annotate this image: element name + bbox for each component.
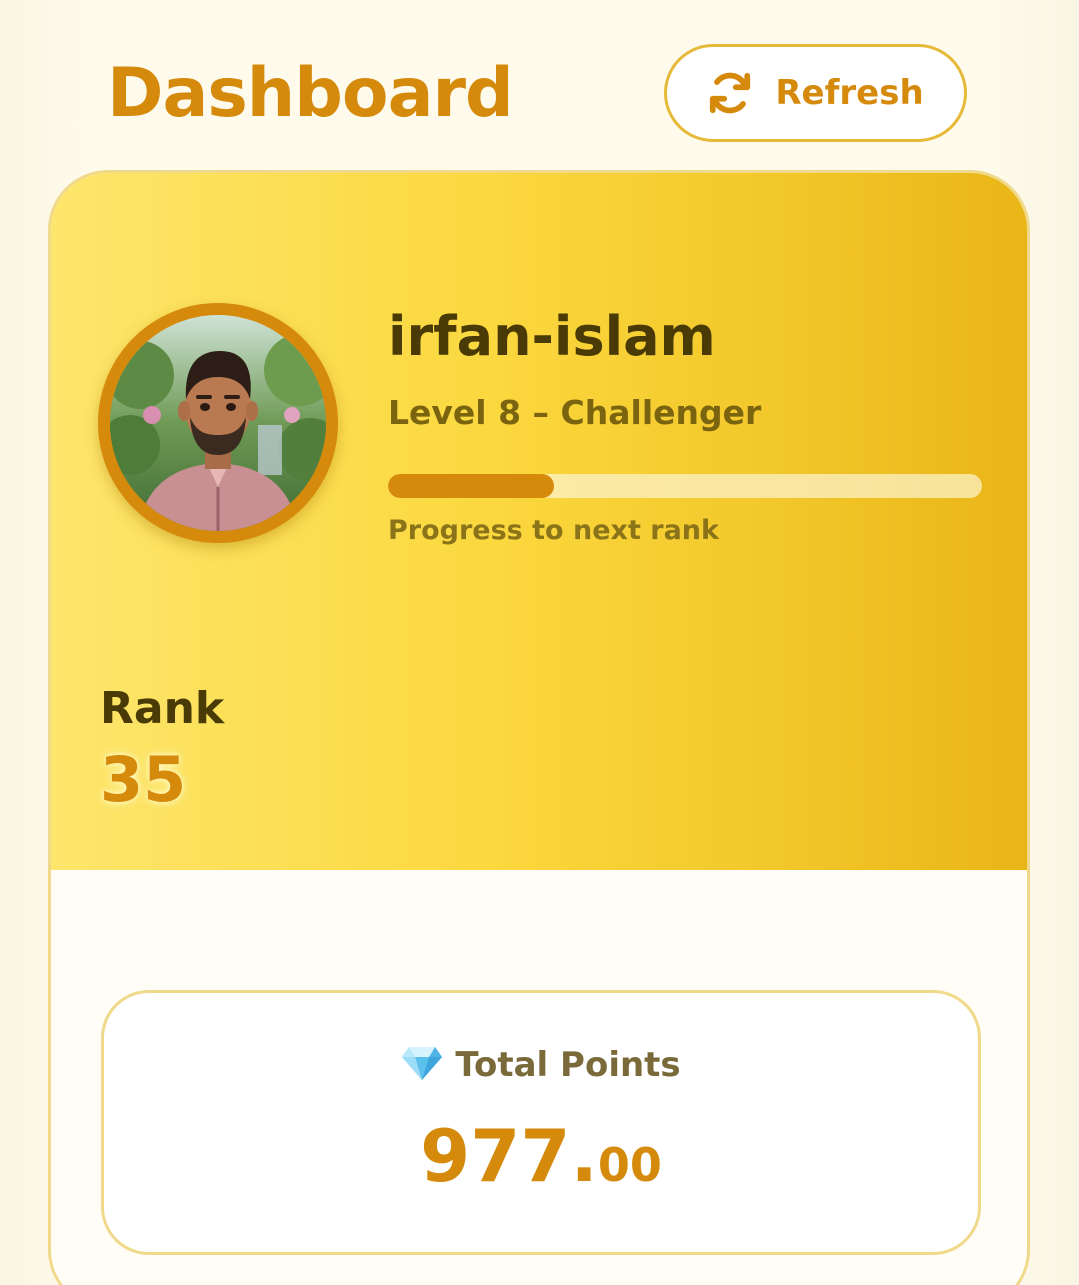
level-text: Level 8 – Challenger <box>388 393 762 432</box>
progress-caption: Progress to next rank <box>388 515 719 546</box>
total-points-value: 977.00 <box>104 1111 978 1221</box>
profile-card-body: Total Points 977.00 <box>51 870 1027 1285</box>
rank-progress-fill <box>388 474 555 498</box>
dashboard-page: Dashboard Refresh irfan-islam Level 8 – … <box>0 0 1079 1285</box>
total-points-decimal: 00 <box>597 1138 662 1192</box>
profile-card-header: irfan-islam Level 8 – Challenger Progres… <box>51 173 1027 870</box>
avatar-image <box>110 315 326 531</box>
page-title: Dashboard <box>107 54 514 133</box>
refresh-label: Refresh <box>775 73 924 113</box>
total-points-header: Total Points <box>104 1045 978 1085</box>
rank-label: Rank <box>100 683 225 734</box>
rank-value: 35 <box>100 743 187 816</box>
username: irfan-islam <box>388 305 716 368</box>
total-points-card: Total Points 977.00 <box>101 990 981 1255</box>
total-points-title: Total Points <box>455 1045 681 1085</box>
refresh-button[interactable]: Refresh <box>664 44 967 142</box>
total-points-integer: 977. <box>420 1114 598 1198</box>
avatar[interactable] <box>98 303 338 543</box>
refresh-icon <box>707 70 753 116</box>
diamond-icon <box>401 1045 443 1085</box>
rank-progress-bar <box>388 474 982 498</box>
profile-card: irfan-islam Level 8 – Challenger Progres… <box>48 170 1030 1285</box>
